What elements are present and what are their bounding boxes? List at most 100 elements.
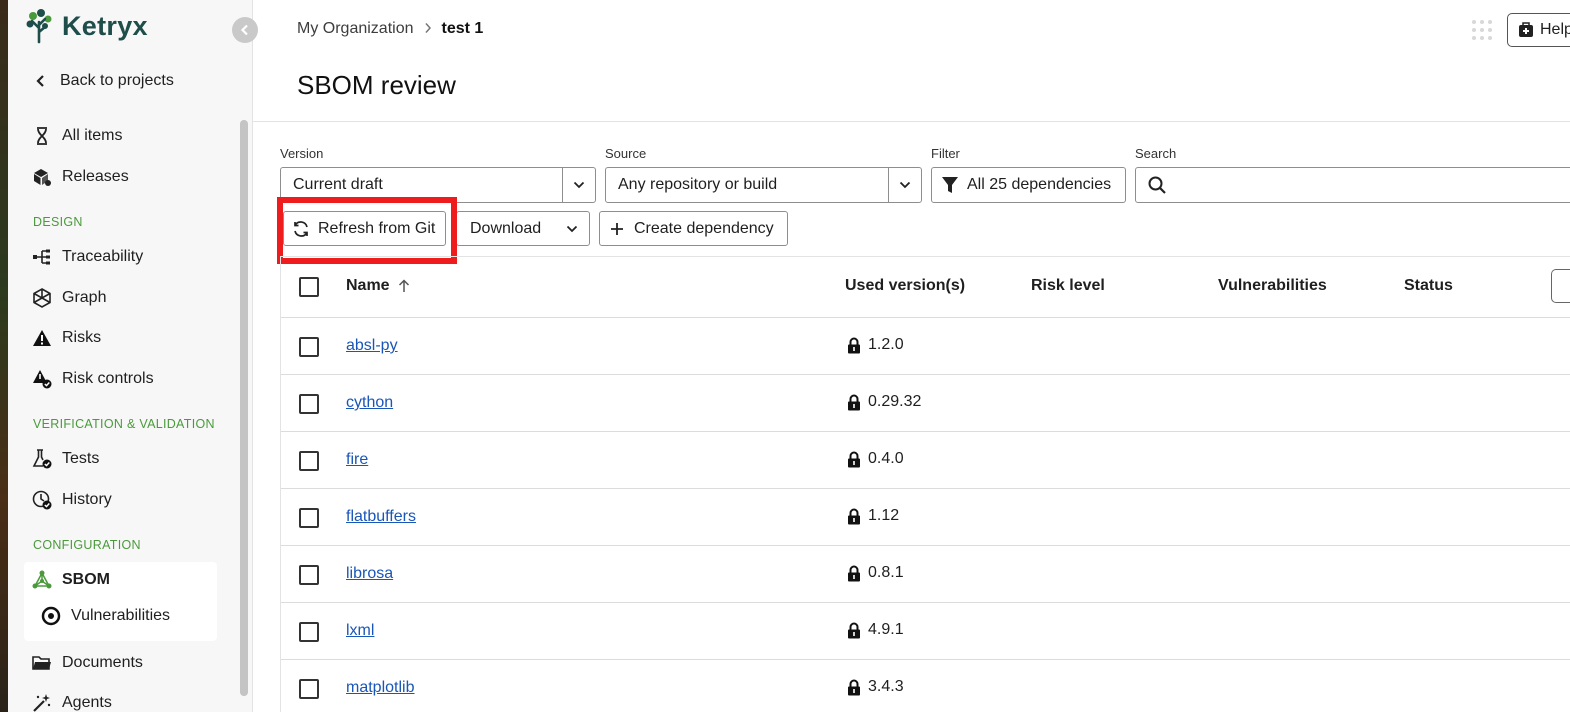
sidebar-scrollbar[interactable]: [240, 120, 248, 696]
table-row: absl-py 1.2.0: [281, 318, 1570, 375]
sidebar-item-all-items[interactable]: All items: [32, 124, 122, 148]
sidebar-item-sbom[interactable]: SBOM: [32, 568, 110, 592]
filter-button[interactable]: All 25 dependencies: [931, 167, 1126, 203]
sidebar-scrollbar-thumb[interactable]: [240, 120, 248, 696]
sidebar-item-label: SBOM: [62, 571, 110, 588]
row-checkbox[interactable]: [299, 337, 319, 357]
history-icon: [32, 490, 52, 510]
annotation-highlight-box: [277, 197, 457, 264]
sidebar-item-risk-controls[interactable]: Risk controls: [32, 367, 154, 391]
dependency-name-link[interactable]: matplotlib: [346, 679, 414, 697]
column-header-vulnerabilities[interactable]: Vulnerabilities: [1218, 277, 1327, 295]
search-label: Search: [1135, 146, 1177, 161]
sidebar-item-label: Traceability: [62, 248, 144, 265]
select-all-checkbox[interactable]: [299, 277, 319, 297]
sidebar-item-label: Vulnerabilities: [71, 607, 171, 624]
table-row: flatbuffers 1.12: [281, 489, 1570, 546]
sidebar-item-risks[interactable]: Risks: [32, 326, 101, 350]
back-to-projects-link[interactable]: Back to projects: [36, 70, 174, 92]
sidebar-item-documents[interactable]: Documents: [32, 651, 143, 675]
filter-label: Filter: [931, 146, 960, 161]
row-checkbox[interactable]: [299, 622, 319, 642]
chevron-left-icon: [240, 24, 248, 36]
sidebar-item-label: Risks: [62, 329, 102, 346]
table-row: lxml 4.9.1: [281, 603, 1570, 660]
lock-icon: [848, 565, 860, 581]
breadcrumb-organization[interactable]: My Organization: [297, 20, 414, 38]
version-value: 1.12: [868, 507, 900, 524]
dependency-name-link[interactable]: cython: [346, 394, 393, 412]
first-aid-icon: [1519, 22, 1533, 37]
dependencies-table: Name Used version(s) Risk level Vulnerab…: [280, 256, 1570, 712]
chevron-down-icon[interactable]: [562, 168, 595, 202]
row-checkbox[interactable]: [299, 565, 319, 585]
drag-handle-icon[interactable]: [1472, 18, 1492, 42]
search-box[interactable]: [1135, 167, 1570, 203]
sidebar-item-releases[interactable]: Releases: [32, 165, 129, 189]
row-checkbox[interactable]: [299, 508, 319, 528]
row-checkbox[interactable]: [299, 394, 319, 414]
dependency-name-link[interactable]: librosa: [346, 565, 393, 583]
row-checkbox[interactable]: [299, 451, 319, 471]
sidebar-item-tests[interactable]: Tests: [32, 447, 99, 471]
source-select[interactable]: Any repository or build: [605, 167, 922, 203]
logo-text: Ketryx: [62, 10, 148, 41]
target-icon: [41, 606, 61, 626]
sidebar-item-agents[interactable]: Agents: [32, 691, 112, 712]
used-version: 3.4.3: [847, 678, 904, 696]
sidebar-item-label: Tests: [62, 450, 100, 467]
create-dependency-button[interactable]: Create dependency: [599, 211, 788, 246]
arrow-up-icon: [398, 279, 409, 292]
dependency-name-link[interactable]: absl-py: [346, 337, 398, 355]
lock-icon: [848, 622, 860, 638]
flask-icon: [32, 449, 52, 469]
lock-icon: [848, 451, 860, 467]
sidebar-item-label: Releases: [62, 168, 129, 185]
lock-icon: [848, 337, 860, 353]
used-version: 4.9.1: [847, 621, 904, 639]
table-header: Name Used version(s) Risk level Vulnerab…: [281, 257, 1570, 318]
download-button[interactable]: Download: [456, 211, 590, 246]
sidebar-item-history[interactable]: History: [32, 488, 112, 512]
warning-icon: [32, 328, 52, 348]
used-version: 1.2.0: [847, 336, 904, 354]
search-input[interactable]: [1176, 176, 1570, 194]
chevron-down-icon[interactable]: [888, 168, 921, 202]
sidebar-item-graph[interactable]: Graph: [32, 286, 106, 310]
version-value: 4.9.1: [868, 621, 904, 638]
dependency-name-link[interactable]: flatbuffers: [346, 508, 416, 526]
lock-icon: [848, 508, 860, 524]
plus-icon: [611, 222, 623, 235]
version-value: 0.4.0: [868, 450, 904, 467]
dependency-name-link[interactable]: lxml: [346, 622, 374, 640]
table-row: fire 0.4.0: [281, 432, 1570, 489]
logo[interactable]: Ketryx: [24, 8, 148, 44]
sidebar-item-traceability[interactable]: Traceability: [32, 245, 143, 269]
version-value: 1.2.0: [868, 336, 904, 353]
dependency-name-link[interactable]: fire: [346, 451, 368, 469]
column-header-status[interactable]: Status: [1404, 277, 1453, 295]
risk-control-icon: [32, 369, 52, 389]
source-select-value: Any repository or build: [618, 176, 778, 193]
column-header-risk-level[interactable]: Risk level: [1031, 277, 1105, 295]
column-settings-button[interactable]: [1551, 269, 1570, 303]
main-content: My Organization test 1 Help SBOM review …: [253, 0, 1570, 712]
row-checkbox[interactable]: [299, 679, 319, 699]
sidebar-item-vulnerabilities[interactable]: Vulnerabilities: [41, 604, 170, 628]
help-button[interactable]: Help: [1507, 13, 1570, 47]
lock-icon: [848, 394, 860, 410]
column-header-used-versions[interactable]: Used version(s): [845, 277, 965, 295]
desktop-background: [0, 0, 8, 712]
version-value: 0.8.1: [868, 564, 904, 581]
divider: [253, 121, 1570, 122]
filter-value: All 25 dependencies: [967, 176, 1112, 193]
boxes-icon: [32, 167, 52, 187]
chevron-left-icon: [36, 75, 44, 87]
trace-icon: [32, 247, 52, 267]
download-label: Download: [470, 219, 542, 237]
table-row: librosa 0.8.1: [281, 546, 1570, 603]
chevron-right-icon: [424, 21, 432, 37]
sidebar-item-label: All items: [62, 127, 123, 144]
collapse-sidebar-button[interactable]: [232, 17, 258, 43]
column-header-name[interactable]: Name: [346, 277, 410, 295]
